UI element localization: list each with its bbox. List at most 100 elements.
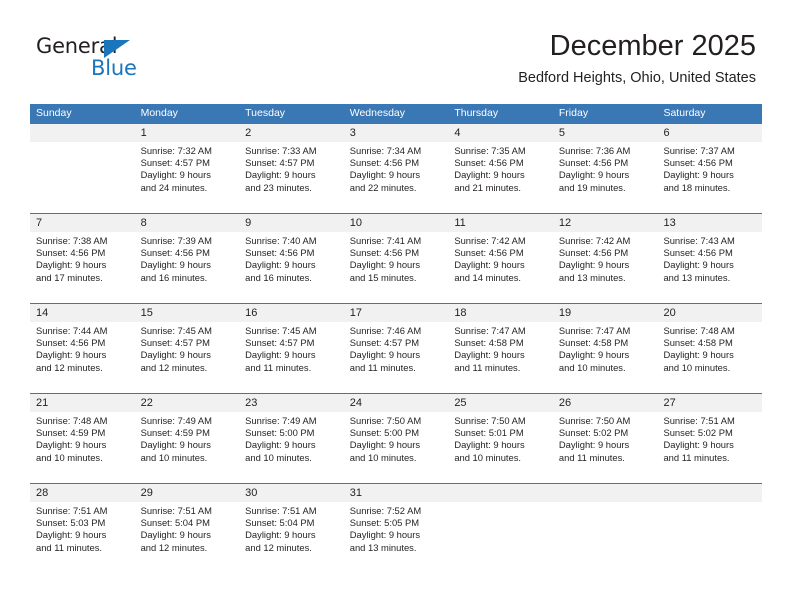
calendar-day-cell[interactable]: 21 Sunrise: 7:48 AM Sunset: 4:59 PM Dayl… <box>30 394 135 483</box>
day-number: 13 <box>663 217 676 229</box>
day-details: Sunrise: 7:33 AM Sunset: 4:57 PM Dayligh… <box>239 142 344 194</box>
day-number-band: 31 <box>343 484 449 502</box>
day-number-band <box>448 484 553 502</box>
calendar-day-cell[interactable]: 11 Sunrise: 7:42 AM Sunset: 4:56 PM Dayl… <box>448 214 553 303</box>
day-number-band: 29 <box>134 484 240 502</box>
calendar-day-cell[interactable] <box>30 124 135 213</box>
sunrise-text: Sunrise: 7:50 AM <box>349 415 422 426</box>
daylight-text-line1: Daylight: 9 hours <box>454 169 525 181</box>
day-number-band: 12 <box>552 214 658 232</box>
daylight-text-line2: and 15 minutes. <box>349 271 417 283</box>
day-number-band: 22 <box>134 394 240 412</box>
calendar-day-cell[interactable]: 5 Sunrise: 7:36 AM Sunset: 4:56 PM Dayli… <box>552 124 658 213</box>
calendar-day-cell[interactable]: 29 Sunrise: 7:51 AM Sunset: 5:04 PM Dayl… <box>134 484 240 573</box>
calendar-day-cell[interactable]: 10 Sunrise: 7:41 AM Sunset: 4:56 PM Dayl… <box>343 214 449 303</box>
sunset-text: Sunset: 5:02 PM <box>558 427 629 439</box>
day-details: Sunrise: 7:44 AM Sunset: 4:56 PM Dayligh… <box>30 322 135 374</box>
sunrise-text: Sunrise: 7:50 AM <box>558 415 631 426</box>
daylight-text-line1: Daylight: 9 hours <box>245 439 316 451</box>
calendar-day-cell[interactable]: 27 Sunrise: 7:51 AM Sunset: 5:02 PM Dayl… <box>657 394 763 483</box>
day-number-band: 28 <box>30 484 135 502</box>
calendar-day-cell[interactable]: 22 Sunrise: 7:49 AM Sunset: 4:59 PM Dayl… <box>134 394 240 483</box>
sunset-text: Sunset: 5:01 PM <box>454 427 524 439</box>
calendar-day-cell[interactable]: 9 Sunrise: 7:40 AM Sunset: 4:56 PM Dayli… <box>239 214 344 303</box>
daylight-text-line2: and 10 minutes. <box>558 361 626 373</box>
day-number: 26 <box>558 397 572 409</box>
day-details: Sunrise: 7:50 AM Sunset: 5:01 PM Dayligh… <box>448 412 553 464</box>
calendar-day-cell[interactable]: 12 Sunrise: 7:42 AM Sunset: 4:56 PM Dayl… <box>552 214 658 303</box>
calendar-day-cell[interactable]: 30 Sunrise: 7:51 AM Sunset: 5:04 PM Dayl… <box>239 484 344 573</box>
day-number-band: 1 <box>134 124 240 142</box>
calendar-day-cell[interactable]: 7 Sunrise: 7:38 AM Sunset: 4:56 PM Dayli… <box>30 214 135 303</box>
calendar-day-cell[interactable]: 20 Sunrise: 7:48 AM Sunset: 4:58 PM Dayl… <box>657 304 763 393</box>
calendar-day-cell[interactable]: 13 Sunrise: 7:43 AM Sunset: 4:56 PM Dayl… <box>657 214 763 303</box>
sunrise-text: Sunrise: 7:44 AM <box>36 325 108 336</box>
calendar-day-cell[interactable] <box>657 484 763 573</box>
daylight-text-line1: Daylight: 9 hours <box>36 259 107 271</box>
calendar-day-cell[interactable]: 8 Sunrise: 7:39 AM Sunset: 4:56 PM Dayli… <box>134 214 240 303</box>
daylight-text-line2: and 10 minutes. <box>663 361 731 373</box>
calendar-week-row: 7 Sunrise: 7:38 AM Sunset: 4:56 PM Dayli… <box>30 213 763 303</box>
calendar-day-cell[interactable]: 14 Sunrise: 7:44 AM Sunset: 4:56 PM Dayl… <box>30 304 135 393</box>
calendar-day-cell[interactable]: 1 Sunrise: 7:32 AM Sunset: 4:57 PM Dayli… <box>134 124 240 213</box>
sunset-text: Sunset: 4:56 PM <box>454 247 524 259</box>
calendar-page: General Blue December 2025 Bedford Heigh… <box>0 0 792 612</box>
day-number-band: 16 <box>239 304 344 322</box>
day-number: 1 <box>140 127 147 139</box>
day-details: Sunrise: 7:51 AM Sunset: 5:04 PM Dayligh… <box>239 502 344 554</box>
day-number-band <box>30 124 135 142</box>
daylight-text-line2: and 11 minutes. <box>349 361 416 373</box>
general-blue-logo[interactable]: General Blue <box>36 34 156 84</box>
calendar-day-cell[interactable]: 28 Sunrise: 7:51 AM Sunset: 5:03 PM Dayl… <box>30 484 135 573</box>
calendar-day-cell[interactable]: 4 Sunrise: 7:35 AM Sunset: 4:56 PM Dayli… <box>448 124 553 213</box>
day-details: Sunrise: 7:49 AM Sunset: 4:59 PM Dayligh… <box>135 412 240 464</box>
calendar-day-cell[interactable]: 19 Sunrise: 7:47 AM Sunset: 4:58 PM Dayl… <box>552 304 658 393</box>
calendar-day-cell[interactable]: 6 Sunrise: 7:37 AM Sunset: 4:56 PM Dayli… <box>657 124 763 213</box>
calendar-day-cell[interactable]: 17 Sunrise: 7:46 AM Sunset: 4:57 PM Dayl… <box>343 304 449 393</box>
day-number-band: 17 <box>343 304 449 322</box>
calendar-day-cell[interactable]: 2 Sunrise: 7:33 AM Sunset: 4:57 PM Dayli… <box>239 124 344 213</box>
calendar-day-cell[interactable]: 31 Sunrise: 7:52 AM Sunset: 5:05 PM Dayl… <box>343 484 449 573</box>
day-details: Sunrise: 7:50 AM Sunset: 5:02 PM Dayligh… <box>553 412 658 464</box>
day-number: 5 <box>558 127 566 139</box>
day-details: Sunrise: 7:52 AM Sunset: 5:05 PM Dayligh… <box>344 502 449 554</box>
calendar-day-cell[interactable] <box>448 484 553 573</box>
daylight-text-line1: Daylight: 9 hours <box>245 169 316 181</box>
sunset-text: Sunset: 4:58 PM <box>558 337 629 349</box>
day-number-band: 14 <box>30 304 135 322</box>
daylight-text-line2: and 11 minutes. <box>663 451 730 463</box>
day-header-sunday: Sunday <box>36 107 72 119</box>
day-number-band: 23 <box>239 394 344 412</box>
daylight-text-line1: Daylight: 9 hours <box>558 259 630 271</box>
day-number: 23 <box>245 397 258 409</box>
sunset-text: Sunset: 4:59 PM <box>36 427 106 439</box>
calendar-day-cell[interactable]: 26 Sunrise: 7:50 AM Sunset: 5:02 PM Dayl… <box>552 394 658 483</box>
calendar-day-cell[interactable]: 24 Sunrise: 7:50 AM Sunset: 5:00 PM Dayl… <box>343 394 449 483</box>
daylight-text-line1: Daylight: 9 hours <box>140 169 211 181</box>
calendar-day-cell[interactable]: 15 Sunrise: 7:45 AM Sunset: 4:57 PM Dayl… <box>134 304 240 393</box>
daylight-text-line2: and 16 minutes. <box>245 271 312 283</box>
day-details: Sunrise: 7:37 AM Sunset: 4:56 PM Dayligh… <box>657 142 762 194</box>
calendar-day-cell[interactable]: 3 Sunrise: 7:34 AM Sunset: 4:56 PM Dayli… <box>343 124 449 213</box>
daylight-text-line2: and 18 minutes. <box>663 181 731 193</box>
calendar-day-cell[interactable]: 25 Sunrise: 7:50 AM Sunset: 5:01 PM Dayl… <box>448 394 553 483</box>
day-number: 10 <box>349 217 362 229</box>
calendar-day-cell[interactable]: 23 Sunrise: 7:49 AM Sunset: 5:00 PM Dayl… <box>239 394 344 483</box>
day-number-band: 2 <box>239 124 344 142</box>
day-number: 9 <box>245 217 252 229</box>
day-details: Sunrise: 7:48 AM Sunset: 4:58 PM Dayligh… <box>657 322 762 374</box>
calendar-day-cell[interactable]: 18 Sunrise: 7:47 AM Sunset: 4:58 PM Dayl… <box>448 304 553 393</box>
calendar-day-cell[interactable] <box>552 484 658 573</box>
daylight-text-line1: Daylight: 9 hours <box>36 529 107 541</box>
daylight-text-line2: and 13 minutes. <box>558 271 626 283</box>
daylight-text-line1: Daylight: 9 hours <box>349 439 421 451</box>
daylight-text-line1: Daylight: 9 hours <box>245 259 316 271</box>
calendar-day-cell[interactable]: 16 Sunrise: 7:45 AM Sunset: 4:57 PM Dayl… <box>239 304 344 393</box>
day-details: Sunrise: 7:34 AM Sunset: 4:56 PM Dayligh… <box>344 142 449 194</box>
sunrise-text: Sunrise: 7:51 AM <box>36 505 108 516</box>
day-number: 14 <box>36 307 49 319</box>
day-number: 21 <box>36 397 49 409</box>
day-number-band: 5 <box>552 124 658 142</box>
day-number-band: 8 <box>134 214 240 232</box>
sunset-text: Sunset: 4:57 PM <box>140 157 210 169</box>
